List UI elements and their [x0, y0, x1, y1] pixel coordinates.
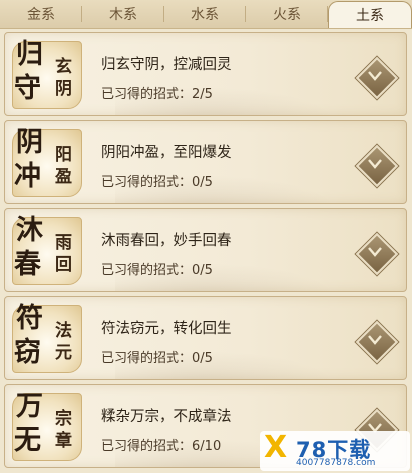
- skill-emblem: 归 守 玄 阴: [8, 37, 84, 111]
- progress-label: 已习得的招式：: [101, 351, 193, 366]
- expand-button[interactable]: [355, 56, 399, 100]
- skill-emblem: 阴 冲 阳 盈: [8, 125, 84, 199]
- emblem-char: 阴: [16, 127, 43, 158]
- chevron-down-icon: [368, 159, 382, 169]
- skill-progress: 已习得的招式：6/10: [101, 435, 221, 454]
- skill-progress: 已习得的招式：2/5: [101, 83, 213, 102]
- skill-card[interactable]: 符 窃 法 元 符法窃元，转化回生 已习得的招式：0/5: [4, 296, 407, 380]
- progress-value: 2/5: [192, 87, 213, 102]
- tab-fire[interactable]: 火系: [246, 0, 328, 28]
- chevron-down-icon: [368, 335, 382, 345]
- expand-button[interactable]: [355, 232, 399, 276]
- skill-progress: 已习得的招式：0/5: [101, 259, 213, 278]
- chevron-down-icon: [368, 71, 382, 81]
- emblem-char: 窃: [14, 337, 41, 368]
- skill-name: 归玄守阴，控减回灵: [101, 57, 232, 73]
- skill-card[interactable]: 阴 冲 阳 盈 阴阳冲盈，至阳爆发 已习得的招式：0/5: [4, 120, 407, 204]
- skill-progress: 已习得的招式：0/5: [101, 171, 213, 190]
- progress-value: 0/5: [192, 263, 213, 278]
- skill-emblem: 万 无 宗 章: [8, 389, 84, 463]
- tab-metal[interactable]: 金系: [0, 0, 82, 28]
- skill-list: 归 守 玄 阴 归玄守阴，控减回灵 已习得的招式：2/5 阴 冲 阳 盈 阴阳冲…: [0, 30, 412, 473]
- emblem-char: 阳: [55, 145, 72, 165]
- tab-wood[interactable]: 木系: [82, 0, 164, 28]
- skill-progress: 已习得的招式：0/5: [101, 347, 213, 366]
- skill-emblem: 符 窃 法 元: [8, 301, 84, 375]
- progress-label: 已习得的招式：: [101, 175, 193, 190]
- emblem-char: 法: [55, 321, 72, 341]
- chevron-down-icon: [368, 247, 382, 257]
- emblem-char: 元: [55, 343, 72, 363]
- skill-card[interactable]: 归 守 玄 阴 归玄守阴，控减回灵 已习得的招式：2/5: [4, 32, 407, 116]
- watermark-url: 4007787878.com: [296, 458, 376, 468]
- emblem-char: 符: [16, 303, 43, 334]
- skill-name: 糅杂万宗，不成章法: [101, 409, 232, 425]
- progress-value: 0/5: [192, 351, 213, 366]
- emblem-char: 回: [55, 255, 72, 275]
- progress-label: 已习得的招式：: [101, 263, 193, 278]
- skill-name: 阴阳冲盈，至阳爆发: [101, 145, 232, 161]
- progress-value: 6/10: [192, 439, 222, 454]
- tab-water[interactable]: 水系: [164, 0, 246, 28]
- emblem-char: 雨: [55, 233, 72, 253]
- emblem-char: 沐: [16, 215, 43, 246]
- emblem-char: 宗: [55, 409, 72, 429]
- skill-card[interactable]: 沐 春 雨 回 沐雨春回，妙手回春 已习得的招式：0/5: [4, 208, 407, 292]
- emblem-char: 守: [14, 73, 41, 104]
- skill-name: 符法窃元，转化回生: [101, 321, 232, 337]
- emblem-char: 万: [16, 391, 43, 422]
- expand-button[interactable]: [355, 144, 399, 188]
- progress-label: 已习得的招式：: [101, 87, 193, 102]
- progress-value: 0/5: [192, 175, 213, 190]
- emblem-char: 阴: [55, 79, 72, 99]
- emblem-char: 玄: [55, 57, 72, 77]
- tab-earth[interactable]: 土系: [328, 1, 412, 28]
- emblem-char: 春: [14, 249, 41, 280]
- expand-button[interactable]: [355, 320, 399, 364]
- emblem-char: 章: [55, 431, 72, 451]
- site-watermark: X 78下载 4007787878.com: [260, 431, 410, 471]
- progress-label: 已习得的招式：: [101, 439, 193, 454]
- element-tabs: 金系 木系 水系 火系 土系: [0, 0, 412, 29]
- emblem-char: 无: [14, 425, 41, 456]
- emblem-char: 归: [16, 39, 43, 70]
- skill-name: 沐雨春回，妙手回春: [101, 233, 232, 249]
- emblem-char: 冲: [14, 161, 41, 192]
- emblem-char: 盈: [55, 167, 72, 187]
- watermark-logo: X: [264, 430, 288, 465]
- skill-emblem: 沐 春 雨 回: [8, 213, 84, 287]
